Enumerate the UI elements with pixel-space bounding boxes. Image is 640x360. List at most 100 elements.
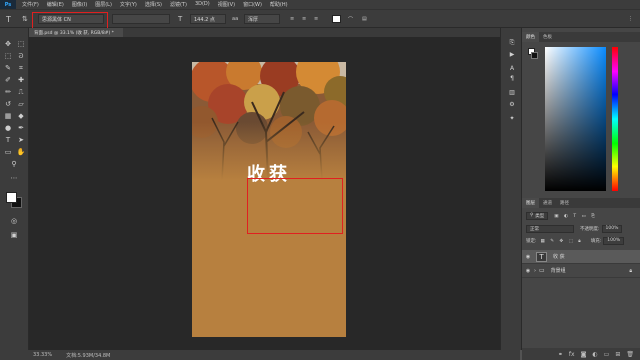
menu-bar: Ps 文件(F) 编辑(E) 图像(I) 图层(L) 文字(Y) 选择(S) 滤…: [0, 0, 640, 9]
eye-icon[interactable]: ◉: [522, 254, 534, 260]
menu-file[interactable]: 文件(F): [18, 1, 43, 8]
zoom-tool-icon[interactable]: ⚲: [8, 159, 20, 169]
filter-icons[interactable]: ▣ ◐ T ▭ ⎘: [554, 213, 597, 219]
align-center-icon[interactable]: ≡: [302, 14, 306, 24]
layer-row[interactable]: ◉ › ▭ 背景组 🔒︎: [522, 264, 640, 278]
quick-select-icon[interactable]: ✎: [2, 63, 14, 73]
gradient-tool-icon[interactable]: ▦: [2, 111, 14, 121]
link-layers-icon[interactable]: ⚭: [558, 351, 563, 358]
lasso-tool-icon[interactable]: ᘒ: [15, 51, 27, 61]
opacity-field[interactable]: 100%: [601, 224, 623, 233]
crop-tool-icon[interactable]: ⌗: [15, 63, 27, 73]
layer-filter-row: ⚲ 类型 ▣ ◐ T ▭ ⎘: [526, 211, 597, 220]
lock-icons[interactable]: ▦ ✎ ✥ ⬚ 🔒︎: [541, 238, 583, 244]
tab-channels[interactable]: 通道: [539, 198, 556, 208]
menu-filter[interactable]: 滤镜(T): [166, 1, 191, 8]
add-mask-icon[interactable]: ◙: [581, 351, 587, 358]
tab-color[interactable]: 颜色: [522, 32, 539, 42]
actions-panel-icon[interactable]: ▶: [507, 50, 517, 59]
more-tools-icon[interactable]: ⋯: [8, 173, 20, 183]
shape-tool-icon[interactable]: ▭: [2, 147, 14, 157]
menu-help[interactable]: 帮助(H): [266, 1, 292, 8]
antialias-select[interactable]: 浑厚: [244, 14, 280, 24]
layers-panel-tabs: 图层 通道 路径: [522, 198, 640, 208]
menu-edit[interactable]: 编辑(E): [43, 1, 68, 8]
document-tab-row: 背面.psd @ 33.1% (收 获, RGB/8#) *: [29, 28, 500, 37]
fill-field[interactable]: 100%: [603, 236, 625, 245]
paragraph-panel-icon[interactable]: ¶: [507, 74, 517, 83]
layers-footer: ⚭ fx ◙ ◐ ▭ ⊞ 🗑︎: [522, 348, 640, 360]
tab-paths[interactable]: 路径: [556, 198, 573, 208]
layer-row[interactable]: ◉ T 收 获: [522, 250, 640, 264]
expand-chevron-icon[interactable]: ›: [534, 268, 536, 274]
character-panel-icon[interactable]: ▤: [362, 14, 367, 24]
antialias-icon: aa: [232, 16, 239, 22]
foreground-color-swatch[interactable]: [6, 192, 17, 203]
type-tool-icon[interactable]: T: [2, 135, 14, 145]
fx-icon[interactable]: fx: [569, 351, 575, 358]
marquee-tool-icon[interactable]: ⬚: [2, 51, 14, 61]
adjustment-layer-icon[interactable]: ◐: [592, 351, 597, 358]
menu-view[interactable]: 视图(V): [214, 1, 239, 8]
menu-3d[interactable]: 3D(D): [191, 1, 214, 8]
delete-layer-icon[interactable]: 🗑︎: [626, 351, 634, 358]
blend-mode-select[interactable]: 正常: [526, 224, 574, 233]
screen-mode-icon[interactable]: ▣: [8, 230, 20, 240]
align-right-icon[interactable]: ≡: [314, 14, 318, 24]
menu-window[interactable]: 窗口(W): [239, 1, 266, 8]
warp-text-icon[interactable]: ⌒: [348, 14, 353, 24]
text-orientation-icon[interactable]: ⇅: [22, 14, 28, 24]
artboard-tool-icon[interactable]: ⬚: [15, 39, 27, 49]
layer-filter-select[interactable]: ⚲ 类型: [526, 211, 549, 220]
dodge-tool-icon[interactable]: ●: [2, 123, 14, 133]
photoshop-logo: Ps: [0, 0, 16, 9]
properties-panel-icon[interactable]: ⚙: [507, 100, 517, 109]
move-tool-icon[interactable]: ✥: [2, 39, 14, 49]
font-size-field[interactable]: 144.2 点: [190, 14, 226, 24]
history-brush-icon[interactable]: ↺: [2, 99, 14, 109]
font-style-select[interactable]: [112, 14, 170, 24]
hand-tool-icon[interactable]: ✋: [15, 147, 27, 157]
quick-mask-icon[interactable]: ◎: [8, 216, 20, 226]
menu-items: 文件(F) 编辑(E) 图像(I) 图层(L) 文字(Y) 选择(S) 滤镜(T…: [18, 1, 292, 8]
panel-background-swatch[interactable]: [531, 52, 538, 59]
brush-tool-icon[interactable]: ✏: [2, 87, 14, 97]
character-panel-icon[interactable]: A: [507, 64, 517, 73]
blur-tool-icon[interactable]: ◆: [15, 111, 27, 121]
menu-type[interactable]: 文字(Y): [116, 1, 141, 8]
path-select-icon[interactable]: ➤: [15, 135, 27, 145]
eyedropper-icon[interactable]: ✐: [2, 75, 14, 85]
align-left-icon[interactable]: ≡: [290, 14, 294, 24]
pen-tool-icon[interactable]: ✒: [15, 123, 27, 133]
zoom-level[interactable]: 33.33%: [33, 352, 52, 358]
menu-select[interactable]: 选择(S): [141, 1, 166, 8]
eye-icon[interactable]: ◉: [522, 268, 534, 274]
document-tab[interactable]: 背面.psd @ 33.1% (收 获, RGB/8#) *: [29, 28, 123, 37]
stamp-tool-icon[interactable]: ⎍: [15, 87, 27, 97]
text-color-swatch[interactable]: [332, 14, 341, 24]
hue-slider[interactable]: [612, 47, 618, 191]
new-layer-icon[interactable]: ⊞: [615, 351, 620, 358]
document-workspace: 收获: [29, 37, 500, 350]
healing-brush-icon[interactable]: ✚: [15, 75, 27, 85]
menu-image[interactable]: 图像(I): [68, 1, 91, 8]
new-group-icon[interactable]: ▭: [604, 351, 610, 358]
text-highlight-box: [247, 178, 343, 234]
status-bar: 33.33% 文档:5.93M/34.8M: [0, 350, 520, 360]
blend-row: 正常 不透明度: 100%: [526, 224, 623, 233]
brush-panel-icon[interactable]: ✦: [507, 114, 517, 123]
tab-swatches[interactable]: 色板: [539, 32, 556, 42]
search-icon: ⚲: [530, 213, 534, 218]
history-panel-icon[interactable]: ⎘: [507, 38, 517, 47]
eraser-tool-icon[interactable]: ▱: [15, 99, 27, 109]
tab-layers[interactable]: 图层: [522, 198, 539, 208]
opacity-label: 不透明度:: [580, 226, 600, 232]
menu-layer[interactable]: 图层(L): [91, 1, 116, 8]
document-size-info: 文档:5.93M/34.8M: [66, 352, 111, 359]
type-tool-icon[interactable]: T: [6, 14, 11, 24]
libraries-panel-icon[interactable]: ▥: [507, 88, 517, 97]
share-icon[interactable]: ⋮: [628, 14, 633, 24]
fill-label: 填充:: [590, 238, 602, 244]
tools-panel: ✥ ⬚ ⬚ ᘒ ✎ ⌗ ✐ ✚ ✏ ⎍ ↺ ▱ ▦ ◆ ● ✒ T ➤ ▭ ✋ …: [0, 28, 29, 350]
color-picker-field[interactable]: [545, 47, 606, 191]
